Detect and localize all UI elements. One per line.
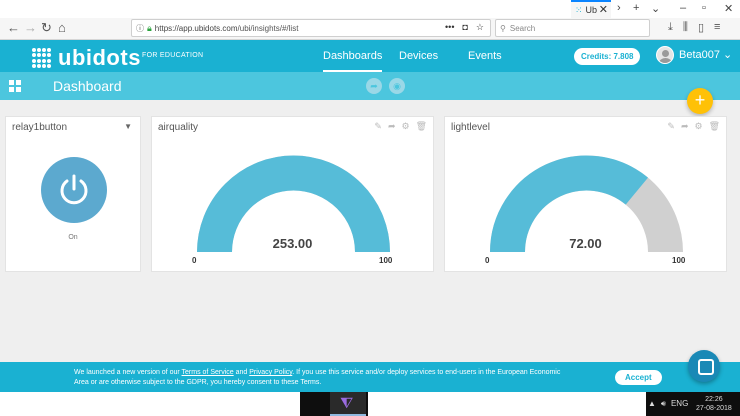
gauge-max: 100	[672, 256, 686, 265]
system-tray: ▲ 🔊︎ ENG	[648, 399, 688, 409]
accept-button[interactable]: Accept	[615, 370, 662, 385]
search-input[interactable]: ⚲ Search	[495, 19, 650, 37]
privacy-link[interactable]: Privacy Policy	[249, 369, 292, 376]
minimize-icon[interactable]: –	[680, 2, 686, 14]
username: Beta007	[679, 49, 720, 61]
switch-state-label: On	[68, 234, 78, 241]
window-close-icon[interactable]: ✕	[724, 2, 733, 15]
widget-airquality: airquality ✎ ➦ ⚙ 🗑︎ 253.00 0 100	[151, 116, 434, 272]
widget-title: relay1button	[12, 122, 68, 133]
credits-badge[interactable]: Credits: 7.808	[574, 48, 641, 65]
dashboards-grid-icon[interactable]	[9, 80, 21, 92]
chevron-down-icon: ⌄	[723, 49, 733, 61]
username-menu[interactable]: Beta007 ⌄	[679, 48, 732, 61]
info-icon[interactable]: ⓘ	[136, 23, 144, 34]
search-icon: ⚲	[500, 23, 506, 33]
url-actions: ••• ◘ ☆	[445, 22, 484, 33]
sidebar-icon[interactable]: ▯	[698, 21, 704, 34]
terms-link[interactable]: Terms of Service	[182, 369, 234, 376]
nav-devices[interactable]: Devices	[399, 50, 438, 62]
add-widget-button[interactable]: +	[687, 88, 713, 114]
toolbar-icons: ⤓ ⫼ ▯ ≡	[668, 21, 720, 34]
tab-close-icon[interactable]: ✕	[599, 3, 608, 16]
url-path: /ubi/insights/#/list	[237, 23, 299, 33]
taskbar-window-preview	[368, 392, 646, 416]
widget-relay1button: relay1button ▼ On	[5, 116, 141, 272]
nav-row: ← → ↻ ⌂ ⓘ 🔒︎ https://app.ubidots.com /ub…	[0, 18, 740, 40]
forward-icon[interactable]: →	[24, 20, 37, 35]
gauge-value: 72.00	[569, 236, 602, 251]
tab-title: Ub	[585, 5, 598, 15]
menu-icon[interactable]: ≡	[714, 21, 720, 34]
page-actions-icon[interactable]: •••	[445, 22, 454, 33]
app-header: ubidots FOR EDUCATION Dashboards Devices…	[0, 40, 740, 72]
visual-studio-icon[interactable]	[330, 392, 366, 416]
url-bar[interactable]: ⓘ 🔒︎ https://app.ubidots.com /ubi/insigh…	[131, 19, 491, 37]
nav-events[interactable]: Events	[468, 50, 502, 62]
share-icon[interactable]: ➦	[366, 78, 382, 94]
gauge-min: 0	[485, 256, 490, 265]
widget-lightlevel: lightlevel ✎ ➦ ⚙ 🗑︎ 72.00 0 100	[444, 116, 727, 272]
gdpr-and: and	[233, 369, 250, 376]
bookmark-star-icon[interactable]: ☆	[476, 22, 484, 33]
clock-time: 22:26	[705, 396, 723, 403]
caret-down-icon[interactable]: ▼	[124, 122, 132, 131]
page-title: Dashboard	[53, 78, 122, 94]
power-toggle-button[interactable]	[41, 157, 107, 223]
favicon-icon: ⁙	[575, 4, 583, 15]
gauge-min: 0	[192, 256, 197, 265]
maximize-icon[interactable]: ▫	[702, 2, 706, 14]
volume-icon[interactable]: 🔊︎	[661, 399, 666, 409]
clock[interactable]: 22:26 27-08-2018	[696, 395, 732, 413]
language-indicator[interactable]: ENG	[671, 399, 688, 409]
pocket-icon[interactable]: ◘	[462, 22, 467, 33]
search-placeholder: Search	[509, 23, 536, 33]
nav-dashboards[interactable]: Dashboards	[323, 50, 383, 72]
logo-text: ubidots	[58, 45, 141, 70]
tray-up-icon[interactable]: ▲	[648, 399, 656, 409]
browser-tab[interactable]: ⁙ Ub ✕	[571, 0, 611, 18]
logo[interactable]: ubidots	[32, 45, 141, 71]
logo-dots-icon	[32, 48, 52, 68]
home-icon[interactable]: ⌂	[58, 20, 66, 35]
url-host: https://app.ubidots.com	[154, 23, 238, 33]
taskbar: ▲ 🔊︎ ENG 22:26 27-08-2018	[0, 392, 740, 416]
library-icon[interactable]: ⫼	[683, 21, 688, 34]
gdpr-text: We launched a new version of our Terms o…	[74, 368, 564, 388]
lock-dashboard-icon[interactable]: ◉	[389, 78, 405, 94]
tab-scroll-icon[interactable]: ›	[617, 2, 621, 14]
avatar[interactable]	[656, 46, 674, 64]
gauge-value: 253.00	[272, 236, 313, 251]
power-icon	[60, 174, 88, 205]
tab-list-icon[interactable]: ⌄	[651, 2, 660, 15]
dashboard-bar: Dashboard ➦ ◉	[0, 72, 740, 100]
new-tab-icon[interactable]: +	[633, 2, 639, 14]
tab-strip: ⁙ Ub ✕ › + ⌄ – ▫ ✕	[0, 0, 740, 18]
lock-icon: 🔒︎	[147, 22, 152, 33]
chat-launcher-icon[interactable]	[688, 350, 720, 382]
browser-chrome: ⁙ Ub ✕ › + ⌄ – ▫ ✕ ← → ↻ ⌂ ⓘ 🔒︎ https://…	[0, 0, 740, 40]
back-icon[interactable]: ←	[7, 20, 20, 35]
reload-icon[interactable]: ↻	[41, 20, 52, 36]
gdpr-banner: We launched a new version of our Terms o…	[0, 362, 740, 392]
gdpr-text-1: We launched a new version of our	[74, 369, 182, 376]
gauge-max: 100	[379, 256, 393, 265]
download-icon[interactable]: ⤓	[668, 21, 673, 34]
clock-date: 27-08-2018	[696, 405, 732, 412]
logo-subtitle: FOR EDUCATION	[142, 52, 204, 59]
